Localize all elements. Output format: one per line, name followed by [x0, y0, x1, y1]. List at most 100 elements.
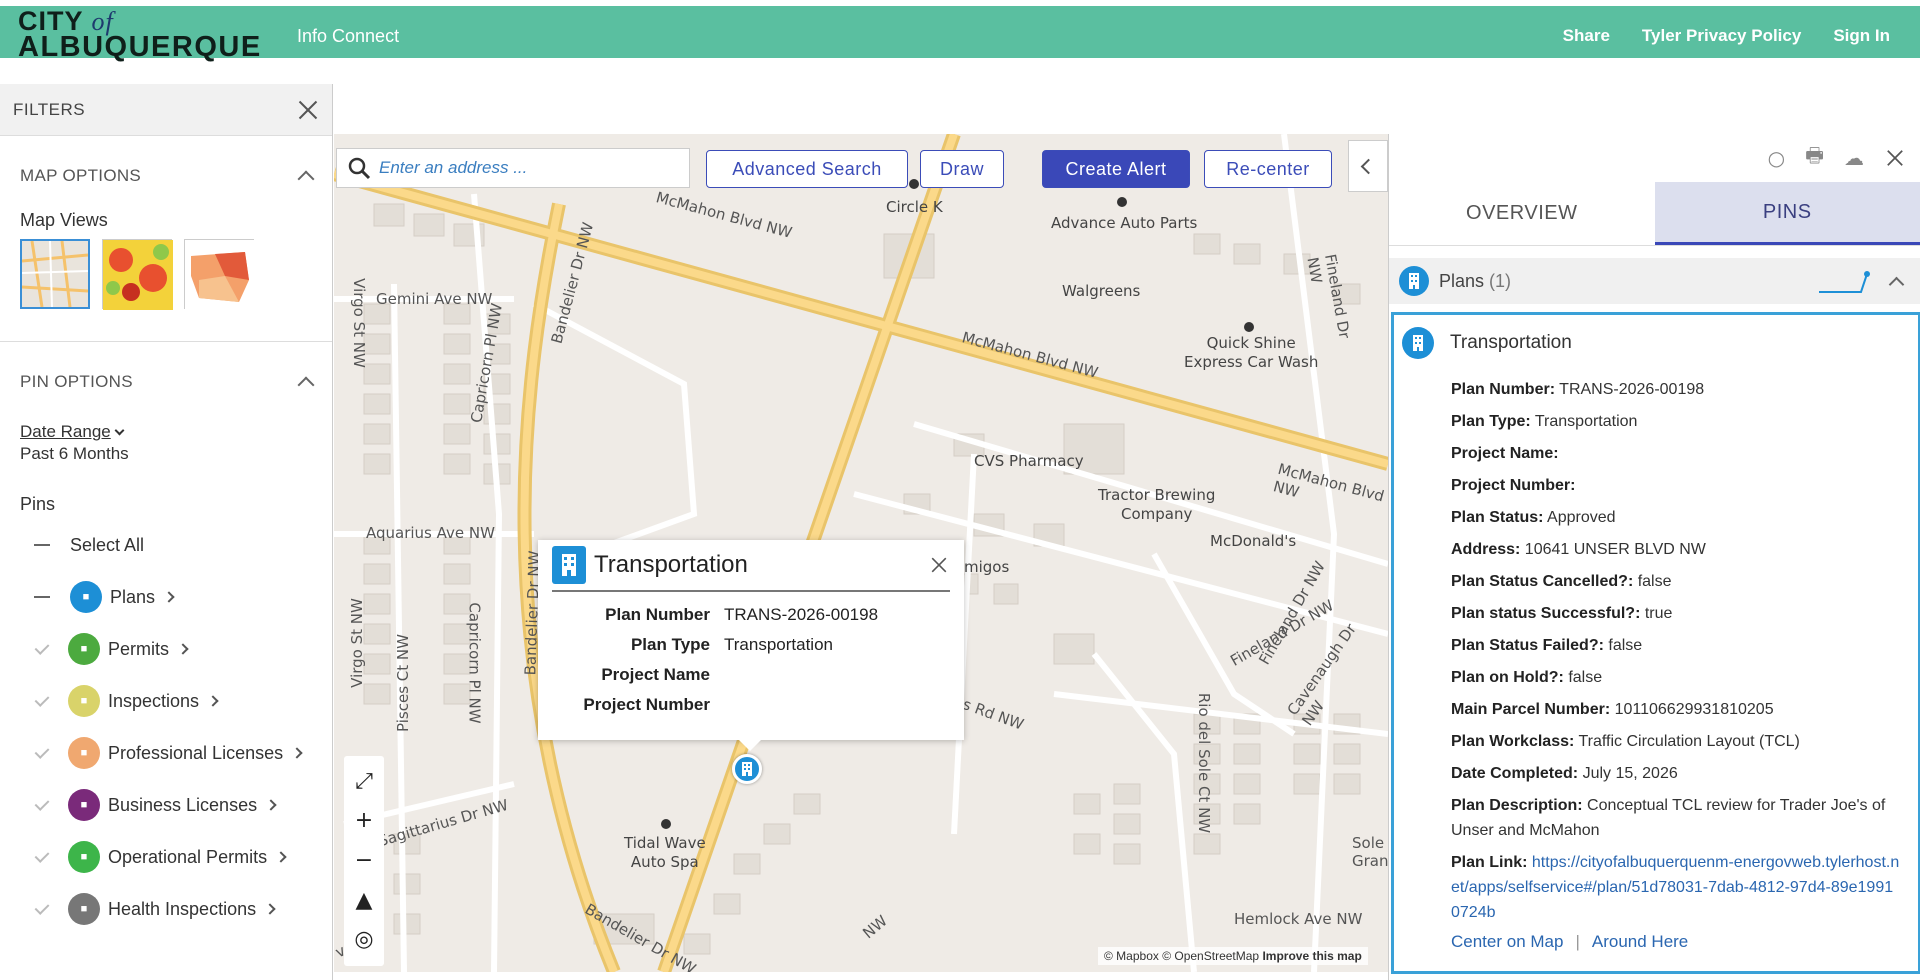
compass-icon[interactable]: ▲: [356, 889, 373, 912]
check-icon[interactable]: [34, 639, 50, 655]
privacy-policy-link[interactable]: Tyler Privacy Policy: [1642, 26, 1801, 46]
address-search-input[interactable]: [379, 158, 679, 178]
pin-filter-plans[interactable]: ■ Plans: [0, 571, 332, 623]
map-label-walgreens: Walgreens: [1062, 282, 1141, 300]
chevron-right-icon[interactable]: [264, 903, 276, 915]
share-link[interactable]: Share: [1563, 26, 1610, 46]
chevron-right-icon[interactable]: [265, 799, 277, 811]
plan-field-label: Plan Type:: [1451, 413, 1531, 430]
plan-field-label: Date Completed:: [1451, 765, 1579, 782]
date-range-dropdown[interactable]: Date Range: [20, 422, 312, 442]
pin-filter-professional-licenses[interactable]: ■ Professional Licenses: [0, 727, 332, 779]
locate-icon[interactable]: ◎: [354, 929, 373, 951]
map-view-choropleth[interactable]: [184, 239, 255, 310]
create-alert-button[interactable]: Create Alert: [1042, 150, 1190, 188]
map-label-street: Capricorn Pl NW: [465, 602, 484, 724]
improve-map-link[interactable]: Improve this map: [1262, 949, 1361, 963]
section-divider: [0, 341, 332, 342]
plan-field-label: Plan Status Cancelled?:: [1451, 573, 1634, 590]
map-label-cvs-pharmacy: CVS Pharmacy: [974, 452, 1084, 470]
plan-field: Plan Number: TRANS-2026-00198: [1451, 377, 1900, 402]
map-options-title: MAP OPTIONS: [20, 166, 142, 185]
map-options-header[interactable]: MAP OPTIONS: [0, 166, 332, 188]
building-icon: [1402, 327, 1434, 359]
recenter-button[interactable]: Re-center: [1204, 150, 1332, 188]
center-on-map-link[interactable]: Center on Map: [1451, 932, 1563, 951]
search-icon[interactable]: [347, 156, 371, 180]
print-icon[interactable]: 🖶: [1805, 141, 1824, 175]
plan-field-label: Project Name:: [1451, 445, 1559, 462]
plan-field-value: TRANS-2026-00198: [1555, 381, 1705, 398]
plan-field-value: July 15, 2026: [1578, 765, 1678, 782]
zoom-in-icon[interactable]: +: [355, 810, 373, 832]
map-label-tractor-brewing-line2: Company: [1121, 505, 1193, 523]
check-icon[interactable]: [34, 691, 50, 707]
pin-type-icon: ■: [68, 737, 100, 769]
check-icon[interactable]: [34, 743, 50, 759]
pin-options-header[interactable]: PIN OPTIONS: [0, 372, 332, 394]
partial-check-icon[interactable]: [34, 596, 50, 598]
map-view-streets[interactable]: [20, 239, 90, 309]
plan-field-value: false: [1563, 669, 1603, 686]
pin-filter-label: Professional Licenses: [108, 742, 284, 763]
close-icon[interactable]: [1886, 149, 1905, 168]
close-icon[interactable]: [930, 556, 948, 574]
chevron-right-icon[interactable]: [177, 643, 189, 655]
plan-field-value: Traffic Circulation Layout (TCL): [1574, 733, 1800, 750]
pin-filter-health-inspections[interactable]: ■ Health Inspections: [0, 883, 332, 935]
check-icon[interactable]: [34, 847, 50, 863]
top-nav: Share Tyler Privacy Policy Sign In: [1563, 26, 1890, 46]
tab-pins[interactable]: PINS: [1654, 182, 1920, 245]
chevron-right-icon[interactable]: [291, 747, 303, 759]
plan-field-label: Project Number:: [1451, 477, 1576, 494]
pin-filter-permits[interactable]: ■ Permits: [0, 623, 332, 675]
city-logo[interactable]: CITY of ALBUQUERQUE: [18, 6, 262, 64]
pin-filter-business-licenses[interactable]: ■ Business Licenses: [0, 779, 332, 831]
check-icon[interactable]: [34, 795, 50, 811]
date-range[interactable]: Date Range Past 6 Months: [0, 422, 332, 464]
plan-card-links: Center on Map | Around Here: [1394, 932, 1918, 952]
chevron-right-icon[interactable]: [163, 591, 175, 603]
advanced-search-button[interactable]: Advanced Search: [706, 150, 908, 188]
pin-filter-operational-permits[interactable]: ■ Operational Permits: [0, 831, 332, 883]
cloud-download-icon[interactable]: ☁: [1844, 146, 1864, 170]
tab-overview[interactable]: OVERVIEW: [1389, 182, 1655, 245]
partial-check-icon[interactable]: [34, 544, 50, 546]
chevron-up-icon[interactable]: [297, 170, 315, 188]
map-view-heatmap[interactable]: [102, 239, 173, 310]
chevron-up-icon[interactable]: [1888, 276, 1905, 292]
pin-filter-inspections[interactable]: ■ Inspections: [0, 675, 332, 727]
select-all-row[interactable]: Select All: [0, 519, 332, 571]
plans-group-header[interactable]: Plans (1): [1389, 258, 1920, 304]
address-search[interactable]: [336, 148, 690, 188]
check-icon[interactable]: [34, 899, 50, 915]
zoom-out-icon[interactable]: −: [355, 849, 373, 872]
plan-map-pin[interactable]: [732, 754, 762, 784]
chevron-down-icon: [114, 425, 125, 436]
plan-link-field: Plan Link: https://cityofalbuquerquenm-e…: [1394, 850, 1918, 925]
plan-field: Plan Type: Transportation: [1451, 409, 1900, 434]
refresh-icon[interactable]: ○: [1768, 146, 1785, 170]
chevron-up-icon[interactable]: [297, 376, 315, 394]
around-here-link[interactable]: Around Here: [1592, 932, 1688, 951]
plan-field-label: Plan Status:: [1451, 509, 1544, 526]
fullscreen-icon[interactable]: ⤢: [355, 770, 373, 793]
collapse-panel-button[interactable]: [1348, 140, 1388, 192]
plan-field-label: Plan Number:: [1451, 381, 1556, 398]
plan-field: Main Parcel Number: 101106629931810205: [1451, 697, 1900, 722]
pin-type-icon: ■: [68, 893, 100, 925]
chevron-right-icon[interactable]: [275, 851, 287, 863]
plan-card: Transportation Plan Number: TRANS-2026-0…: [1391, 312, 1920, 974]
pin-type-icon: ■: [68, 841, 100, 873]
sign-in-link[interactable]: Sign In: [1833, 26, 1890, 46]
pin-type-icon: ■: [70, 581, 102, 613]
panel-toolbar: ○ 🖶 ☁: [1389, 134, 1920, 182]
plans-group-title: Plans: [1439, 270, 1485, 291]
popup-pointer: [738, 739, 762, 751]
chevron-right-icon[interactable]: [207, 695, 219, 707]
plan-field-label: Plan Status Failed?:: [1451, 637, 1604, 654]
plan-field-label: Plan Description:: [1451, 797, 1583, 814]
close-icon[interactable]: [297, 99, 319, 121]
draw-button[interactable]: Draw: [920, 150, 1004, 188]
map-views-label: Map Views: [20, 210, 108, 230]
